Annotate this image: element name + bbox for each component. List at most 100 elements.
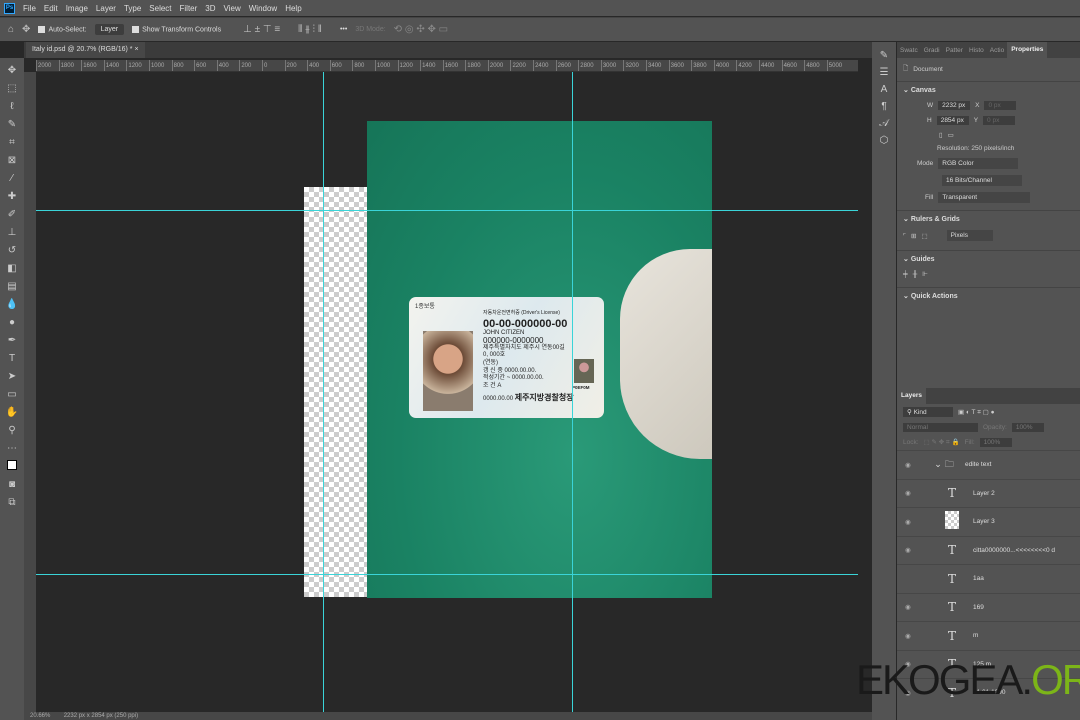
- distribute-icons[interactable]: ⫴ ⫵ ⫶ ‖: [298, 24, 322, 35]
- rectangle-tool-icon[interactable]: ▭: [5, 388, 19, 402]
- guide-layout-icon[interactable]: ⊩: [922, 270, 928, 278]
- eraser-tool-icon[interactable]: ◧: [5, 262, 19, 276]
- tab-layers[interactable]: Layers: [897, 388, 926, 404]
- visibility-eye-icon[interactable]: ◉: [897, 518, 919, 526]
- portrait-icon[interactable]: ▯: [939, 131, 943, 139]
- menu-window[interactable]: Window: [249, 4, 277, 13]
- close-tab-icon[interactable]: ×: [134, 46, 138, 53]
- move-tool-icon[interactable]: ✥: [22, 24, 30, 35]
- zoom-tool-icon[interactable]: ⚲: [5, 424, 19, 438]
- paragraph-icon[interactable]: ¶: [881, 101, 886, 112]
- grid-icon[interactable]: ⊞: [911, 232, 916, 240]
- quick-mask-icon[interactable]: ◙: [5, 478, 19, 492]
- menu-type[interactable]: Type: [124, 4, 141, 13]
- layer-row[interactable]: ◉ Tcitta0000000...<<<<<<<<0 d: [897, 535, 1080, 565]
- menu-help[interactable]: Help: [285, 4, 301, 13]
- dodge-tool-icon[interactable]: ●: [5, 316, 19, 330]
- layer-row[interactable]: T 1aa: [897, 564, 1080, 593]
- screen-mode-icon[interactable]: ⧉: [5, 496, 19, 510]
- tab-gradients[interactable]: Gradi: [921, 47, 943, 54]
- auto-select-checkbox[interactable]: Auto-Select:: [38, 25, 87, 33]
- tab-swatches[interactable]: Swatc: [897, 47, 921, 54]
- fill-dropdown[interactable]: Transparent: [938, 192, 1031, 203]
- landscape-icon[interactable]: ▭: [948, 131, 954, 139]
- tab-history[interactable]: Histo: [966, 47, 987, 54]
- type-tool-icon[interactable]: T: [5, 352, 19, 366]
- menu-select[interactable]: Select: [149, 4, 171, 13]
- show-transform-checkbox[interactable]: Show Transform Controls: [132, 25, 221, 33]
- blend-mode-dropdown[interactable]: Normal: [903, 423, 978, 432]
- tab-actions[interactable]: Actio: [987, 47, 1007, 54]
- color-swatches-icon[interactable]: [5, 460, 19, 474]
- crop-tool-icon[interactable]: ⌗: [5, 136, 19, 150]
- character-icon[interactable]: A: [881, 84, 888, 95]
- guide-icon[interactable]: ╪: [903, 271, 908, 278]
- guide-vertical[interactable]: [323, 72, 324, 712]
- brush-tool-icon[interactable]: ✐: [5, 208, 19, 222]
- bit-depth-dropdown[interactable]: 16 Bits/Channel: [942, 175, 1022, 186]
- frame-tool-icon[interactable]: ⊠: [5, 154, 19, 168]
- align-icons[interactable]: ⊥ ± ⊤ ≡: [243, 24, 280, 35]
- eyedropper-tool-icon[interactable]: ⁄: [5, 172, 19, 186]
- layer-row[interactable]: ◉ Layer 3: [897, 507, 1080, 536]
- quick-select-tool-icon[interactable]: ✎: [5, 118, 19, 132]
- layer-row[interactable]: ◉ T Layer 2: [897, 478, 1080, 508]
- glyphs-icon[interactable]: 𝒜: [879, 118, 888, 129]
- menu-3d[interactable]: 3D: [205, 4, 215, 13]
- rulers-section[interactable]: ⌄ Rulers & Grids: [897, 210, 1080, 227]
- more-options-button[interactable]: •••: [340, 26, 347, 33]
- history-brush-icon[interactable]: ↺: [5, 244, 19, 258]
- pen-tool-icon[interactable]: ✒: [5, 334, 19, 348]
- menu-view[interactable]: View: [224, 4, 241, 13]
- tab-properties[interactable]: Properties: [1007, 42, 1048, 58]
- document-tab[interactable]: Italy id.psd @ 20.7% (RGB/16) * ×: [26, 42, 145, 58]
- menu-layer[interactable]: Layer: [96, 4, 116, 13]
- healing-tool-icon[interactable]: ✚: [5, 190, 19, 204]
- layer-row[interactable]: ◉ ⌄ 🗀 edite text: [897, 450, 1080, 479]
- canvas-area[interactable]: 1종보통 자동차운전면허증 (Driver's License) 00-00-0…: [36, 72, 858, 712]
- layer-row[interactable]: ◉ T 169: [897, 592, 1080, 622]
- auto-select-target-dropdown[interactable]: Layer: [94, 24, 125, 35]
- x-input[interactable]: 0 px: [984, 101, 1017, 110]
- menu-image[interactable]: Image: [66, 4, 88, 13]
- menu-file[interactable]: File: [23, 4, 36, 13]
- 3d-tools-icons[interactable]: ⟲ ◎ ✣ ✥ ▭: [394, 24, 448, 35]
- zoom-level[interactable]: 20.66%: [30, 713, 50, 719]
- quick-actions-section[interactable]: ⌄ Quick Actions: [897, 287, 1080, 304]
- brush-settings-icon[interactable]: ✎: [880, 50, 888, 61]
- layer-row[interactable]: ◉ Tm: [897, 621, 1080, 650]
- menu-edit[interactable]: Edit: [44, 4, 58, 13]
- guide-horizontal[interactable]: [36, 574, 858, 575]
- stamp-tool-icon[interactable]: ⊥: [5, 226, 19, 240]
- home-icon[interactable]: ⌂: [8, 24, 14, 35]
- more-tools-icon[interactable]: ⋯: [5, 442, 19, 456]
- visibility-eye-icon[interactable]: ◉: [897, 632, 919, 640]
- lock-guides-icon[interactable]: ╫: [913, 271, 918, 278]
- visibility-eye-icon[interactable]: ◉: [897, 546, 919, 554]
- path-select-icon[interactable]: ➤: [5, 370, 19, 384]
- layer-filter-dropdown[interactable]: ⚲ Kind: [903, 407, 953, 417]
- blur-tool-icon[interactable]: 💧: [5, 298, 19, 312]
- tab-patterns[interactable]: Patter: [943, 47, 966, 54]
- menu-filter[interactable]: Filter: [180, 4, 198, 13]
- ruler-icon[interactable]: ⌜: [903, 232, 906, 240]
- gradient-tool-icon[interactable]: ▤: [5, 280, 19, 294]
- height-input[interactable]: 2854 px: [936, 116, 969, 125]
- visibility-eye-icon[interactable]: ◉: [897, 603, 919, 611]
- marquee-tool-icon[interactable]: ⬚: [5, 82, 19, 96]
- guide-vertical[interactable]: [572, 72, 573, 712]
- move-tool-icon[interactable]: ✥: [5, 64, 19, 78]
- lasso-tool-icon[interactable]: ℓ: [5, 100, 19, 114]
- pixel-grid-icon[interactable]: ⬚: [922, 232, 928, 240]
- adjustments-icon[interactable]: ☰: [880, 67, 889, 78]
- mode-dropdown[interactable]: RGB Color: [938, 158, 1019, 169]
- guide-horizontal[interactable]: [36, 210, 858, 211]
- lock-icons[interactable]: ⬚ ✎ ✥ ⌗ 🔒: [924, 438, 960, 447]
- filter-icons[interactable]: ▣ ◐ T ⌗ ▢ ●: [958, 408, 995, 417]
- units-dropdown[interactable]: Pixels: [946, 230, 993, 241]
- canvas-section[interactable]: ⌄ Canvas: [897, 81, 1080, 98]
- y-input[interactable]: 0 px: [983, 116, 1016, 125]
- hand-tool-icon[interactable]: ✋: [5, 406, 19, 420]
- width-input[interactable]: 2232 px: [938, 101, 971, 110]
- fill-input[interactable]: 100%: [979, 438, 1012, 447]
